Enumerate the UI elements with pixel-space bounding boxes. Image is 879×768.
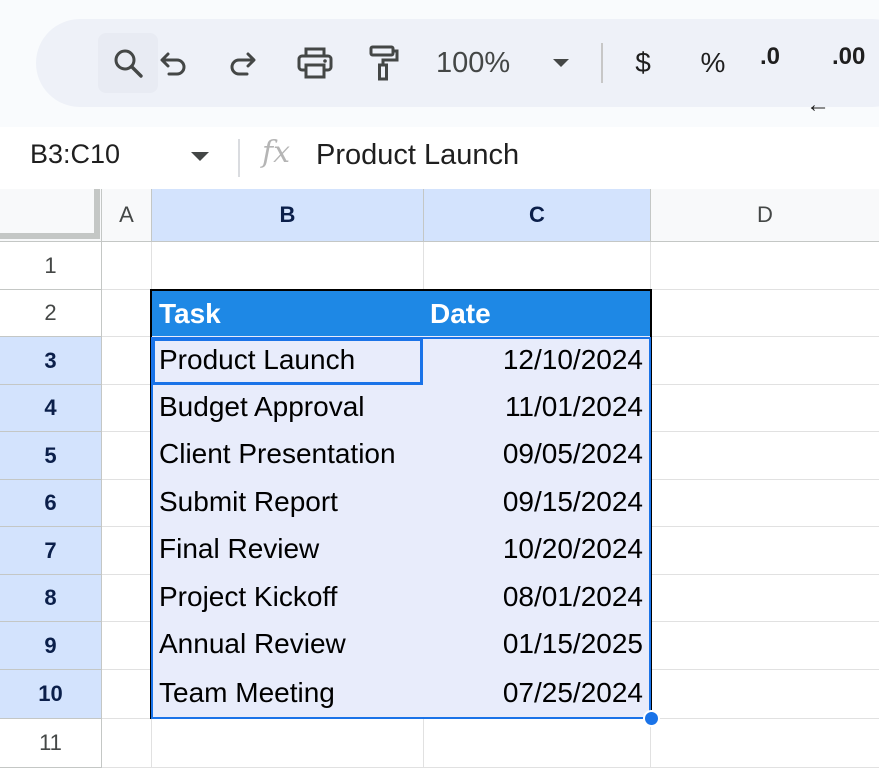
cell-a7[interactable] (102, 527, 152, 575)
cell-d6[interactable] (651, 480, 879, 527)
formula-bar: B3:C10 fx Product Launch (0, 127, 879, 190)
header-cell-date[interactable]: Date (423, 289, 652, 338)
zoom-dropdown[interactable] (548, 19, 574, 107)
sheet-grid: A B C D 1 2 3 4 5 6 7 8 9 10 11 Task Dat… (0, 189, 879, 768)
paint-format-icon (369, 45, 399, 81)
undo-icon (160, 52, 186, 76)
row-header-11[interactable]: 11 (0, 719, 102, 768)
cell-c10[interactable]: 07/25/2024 (423, 668, 652, 719)
column-header-c[interactable]: C (424, 189, 651, 242)
toolbar-separator (601, 43, 603, 83)
cell-c11[interactable] (424, 719, 651, 768)
increase-decimal-button[interactable]: .00 → (832, 19, 879, 107)
cell-b3[interactable]: Product Launch (150, 336, 425, 385)
cell-a11[interactable] (102, 719, 152, 768)
currency-button[interactable]: $ (628, 19, 658, 107)
cell-d8[interactable] (651, 575, 879, 622)
select-all-corner[interactable] (0, 189, 102, 242)
toolbar: 100% $ % .0 ← .00 → (36, 19, 879, 118)
cell-a1[interactable] (102, 242, 152, 290)
search-button[interactable] (98, 19, 158, 107)
increase-decimal-label: .00 (832, 43, 866, 70)
cell-b11[interactable] (152, 719, 424, 768)
formula-input[interactable]: Product Launch (316, 139, 519, 172)
currency-label: $ (635, 47, 651, 78)
cell-d4[interactable] (651, 385, 879, 432)
cell-c8[interactable]: 08/01/2024 (423, 573, 652, 622)
frozen-column-handle[interactable] (94, 189, 100, 239)
row-header-2[interactable]: 2 (0, 290, 102, 337)
cell-a3[interactable] (102, 337, 152, 385)
row-header-5[interactable]: 5 (0, 432, 102, 480)
percent-label: % (700, 47, 726, 78)
chevron-down-icon (553, 59, 569, 67)
cell-b7[interactable]: Final Review (150, 525, 425, 575)
row-header-3[interactable]: 3 (0, 337, 102, 385)
cell-c6[interactable]: 09/15/2024 (423, 478, 652, 527)
cell-c4[interactable]: 11/01/2024 (423, 383, 652, 432)
cell-c5[interactable]: 09/05/2024 (423, 430, 652, 480)
toolbar-area: 100% $ % .0 ← .00 → (0, 0, 879, 127)
zoom-select[interactable]: 100% (436, 19, 526, 107)
cell-b1[interactable] (152, 242, 424, 290)
name-box[interactable]: B3:C10 (30, 139, 120, 170)
decrease-decimal-label: .0 (760, 43, 781, 70)
percent-button[interactable]: % (696, 19, 730, 107)
cell-b5[interactable]: Client Presentation (150, 430, 425, 480)
cell-d5[interactable] (651, 432, 879, 480)
arrow-left-icon: ← (806, 91, 831, 118)
cell-d11[interactable] (651, 719, 879, 768)
cell-a4[interactable] (102, 385, 152, 432)
cell-d3[interactable] (651, 337, 879, 385)
cell-d7[interactable] (651, 527, 879, 575)
cell-c1[interactable] (424, 242, 651, 290)
row-header-1[interactable]: 1 (0, 242, 102, 290)
name-box-chevron-icon[interactable] (190, 151, 210, 162)
row-header-4[interactable]: 4 (0, 385, 102, 432)
redo-icon (230, 52, 256, 76)
decrease-decimal-button[interactable]: .0 ← (760, 19, 830, 118)
row-header-10[interactable]: 10 (0, 670, 102, 719)
row-header-8[interactable]: 8 (0, 575, 102, 622)
cell-a5[interactable] (102, 432, 152, 480)
paint-format-button[interactable] (363, 19, 403, 107)
cell-c3[interactable]: 12/10/2024 (423, 336, 652, 385)
cell-a6[interactable] (102, 480, 152, 527)
cell-a10[interactable] (102, 670, 152, 719)
cell-b9[interactable]: Annual Review (150, 620, 425, 670)
cell-d10[interactable] (651, 670, 879, 719)
header-cell-task[interactable]: Task (150, 289, 425, 338)
row-header-7[interactable]: 7 (0, 527, 102, 575)
redo-button[interactable] (222, 19, 262, 107)
cell-b6[interactable]: Submit Report (150, 478, 425, 527)
zoom-value: 100% (436, 46, 511, 79)
column-header-b[interactable]: B (152, 189, 424, 242)
cell-b10[interactable]: Team Meeting (150, 668, 425, 719)
cell-d2[interactable] (651, 290, 879, 337)
cell-d1[interactable] (651, 242, 879, 290)
cell-c7[interactable]: 10/20/2024 (423, 525, 652, 575)
cell-c9[interactable]: 01/15/2025 (423, 620, 652, 670)
print-icon (297, 47, 333, 79)
fx-icon: fx (262, 135, 291, 170)
cell-a9[interactable] (102, 622, 152, 670)
cell-a2[interactable] (102, 290, 152, 337)
formula-bar-separator (238, 139, 240, 177)
row-header-6[interactable]: 6 (0, 480, 102, 527)
cell-b8[interactable]: Project Kickoff (150, 573, 425, 622)
column-header-d[interactable]: D (651, 189, 879, 242)
fill-handle[interactable] (643, 710, 660, 727)
cell-a8[interactable] (102, 575, 152, 622)
column-header-a[interactable]: A (102, 189, 152, 242)
row-header-9[interactable]: 9 (0, 622, 102, 670)
cell-d9[interactable] (651, 622, 879, 670)
search-icon (114, 49, 143, 78)
frozen-row-handle[interactable] (0, 233, 98, 239)
print-button[interactable] (294, 19, 336, 107)
undo-button[interactable] (154, 19, 194, 107)
cell-b4[interactable]: Budget Approval (150, 383, 425, 432)
